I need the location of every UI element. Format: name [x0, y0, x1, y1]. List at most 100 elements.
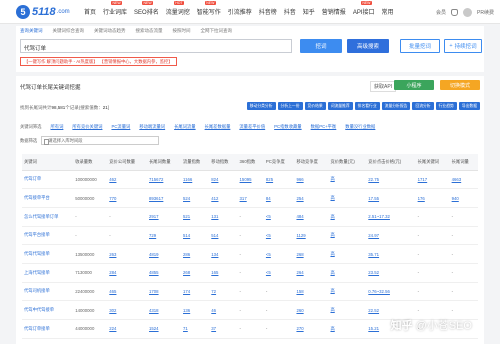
search-tab[interactable]: 查询关键词 [20, 28, 43, 34]
action-button[interactable]: 回流分析 [412, 102, 434, 110]
recharge-link[interactable]: PR续费 [477, 9, 494, 16]
action-button[interactable]: 竞价结果 [304, 102, 326, 110]
mini-program-button[interactable]: 小程序 [394, 80, 434, 90]
nav-item[interactable]: 抖音榜 [259, 7, 277, 16]
action-button[interactable]: 词流量推荐 [327, 102, 353, 110]
nav-item[interactable]: API接口 NEW [353, 1, 374, 16]
filter-option[interactable]: 所有竞价关键词 [72, 124, 102, 130]
table-cell[interactable]: 高 [328, 188, 367, 208]
table-cell[interactable]: 代驾接单平台 [22, 188, 74, 208]
table-cell[interactable]: 14000000 [73, 300, 108, 320]
table-cell[interactable]: <5 [263, 244, 295, 264]
nav-item[interactable]: SEO排名 NEW [134, 1, 159, 16]
table-cell[interactable]: 254 [294, 188, 329, 208]
table-cell[interactable]: 0.76~32.56 [366, 282, 416, 302]
table-cell[interactable]: 46 [209, 300, 238, 320]
nav-item[interactable]: 智能写作 NEW [197, 1, 221, 16]
promo-b[interactable]: 【营销情报中心，大数据内参，监控】 [100, 59, 173, 65]
table-cell[interactable]: 770 [107, 188, 148, 208]
date-range-select[interactable]: 请选择入库时间段 [41, 136, 160, 145]
table-cell[interactable]: 2917 [147, 207, 182, 227]
table-cell[interactable]: 代驾代驾接单 [22, 244, 74, 264]
nav-item[interactable]: 行业词库 NEW [103, 1, 127, 16]
table-cell[interactable]: 72 [209, 282, 238, 302]
table-cell[interactable]: 高 [328, 300, 367, 320]
table-cell[interactable]: 高 [328, 282, 367, 302]
table-cell[interactable]: 22.75 [366, 170, 416, 190]
action-button[interactable]: 移动分类分析 [246, 102, 276, 110]
filter-option[interactable]: 长尾词流量 [174, 124, 195, 130]
table-cell[interactable]: 4819 [147, 244, 182, 264]
table-cell[interactable]: 158 [294, 282, 329, 302]
table-cell[interactable]: 7130000 [73, 263, 108, 283]
search-tab[interactable]: 搜索动态流量 [136, 28, 163, 34]
table-cell[interactable]: 268 [181, 263, 210, 283]
nav-item[interactable]: 常用 [381, 7, 393, 16]
table-cell[interactable]: 514 [209, 226, 238, 246]
table-cell[interactable]: 284 [107, 263, 148, 283]
table-cell[interactable]: 524 [181, 188, 210, 208]
action-button[interactable]: 导出数据 [458, 102, 480, 110]
table-cell[interactable]: 15095 [237, 170, 264, 190]
table-cell[interactable]: 高 [328, 263, 367, 283]
nav-item[interactable]: 流量词挖 HOT [166, 1, 190, 16]
filter-option[interactable]: 所有词 [50, 124, 63, 130]
table-cell[interactable]: 966 [294, 170, 329, 190]
table-cell[interactable]: 1166 [181, 170, 210, 190]
table-cell[interactable]: 462 [107, 170, 148, 190]
action-button[interactable]: 排名看行业 [354, 102, 380, 110]
table-cell[interactable]: 4663 [449, 170, 478, 190]
table-cell[interactable]: 824 [209, 170, 238, 190]
table-cell[interactable]: 176 [415, 188, 450, 208]
table-cell[interactable]: 1129 [294, 226, 329, 246]
table-cell[interactable]: 174 [181, 282, 210, 302]
table-cell[interactable]: 1717 [415, 170, 450, 190]
table-cell[interactable]: 263 [107, 244, 148, 264]
search-input[interactable]: 代驾订单 [20, 39, 292, 53]
table-cell[interactable]: <5 [263, 226, 295, 246]
table-cell[interactable]: 23.52 [366, 263, 416, 283]
table-cell[interactable]: 1524 [147, 319, 182, 339]
avatar[interactable] [463, 7, 473, 17]
table-cell[interactable]: 17.55 [366, 188, 416, 208]
table-cell[interactable]: 高 [328, 319, 367, 339]
table-cell[interactable]: 代驾订单 [22, 170, 74, 190]
table-cell[interactable]: 136 [181, 300, 210, 320]
action-button[interactable]: 行业趋势 [435, 102, 457, 110]
table-cell[interactable]: 代驾订单接单 [22, 319, 74, 339]
table-cell[interactable]: 514 [181, 226, 210, 246]
filter-option[interactable]: PC流量词 [111, 124, 130, 130]
action-button[interactable]: 分析上一份 [277, 102, 303, 110]
table-cell[interactable]: 302 [107, 300, 148, 320]
table-cell[interactable]: 2.51~17.32 [366, 207, 416, 227]
table-cell[interactable]: 715672 [147, 170, 182, 190]
table-cell[interactable]: 940 [449, 188, 478, 208]
table-cell[interactable]: <5 [263, 263, 295, 283]
table-cell[interactable]: 71 [181, 319, 210, 339]
table-cell[interactable]: 1708 [147, 282, 182, 302]
table-cell[interactable]: 893617 [147, 188, 182, 208]
nav-item[interactable]: 抖音 [284, 7, 296, 16]
table-cell[interactable]: 高 [328, 207, 367, 227]
table-cell[interactable]: 260 [294, 300, 329, 320]
filter-option[interactable]: 移动端流量词 [139, 124, 165, 130]
table-cell[interactable]: 165 [209, 263, 238, 283]
table-cell[interactable]: 84 [263, 188, 295, 208]
table-cell[interactable]: 怎么代驾接单订单 [22, 207, 74, 227]
search-tab[interactable]: 按照时间 [173, 28, 191, 34]
table-cell[interactable]: 317 [237, 188, 264, 208]
table-cell[interactable]: 37 [209, 319, 238, 339]
search-tab[interactable]: 关键词动态趋势 [94, 28, 126, 34]
filter-option[interactable]: 数量没行业数据 [345, 124, 375, 130]
filter-option[interactable]: 数据PC+平衡 [311, 124, 337, 130]
table-cell[interactable]: 286 [181, 244, 210, 264]
nav-item[interactable]: 首页 [84, 7, 96, 16]
site-logo[interactable]: 5 5118 .com [16, 4, 84, 19]
table-cell[interactable]: 高 [328, 170, 367, 190]
search-tab[interactable]: 全网下拉词查询 [201, 28, 233, 34]
table-cell[interactable]: 高 [328, 244, 367, 264]
search-button[interactable]: 挖词 [300, 39, 342, 53]
table-cell[interactable]: 224 [107, 319, 148, 339]
table-cell[interactable]: 100000000 [73, 170, 108, 190]
table-cell[interactable]: 13500000 [73, 244, 108, 264]
